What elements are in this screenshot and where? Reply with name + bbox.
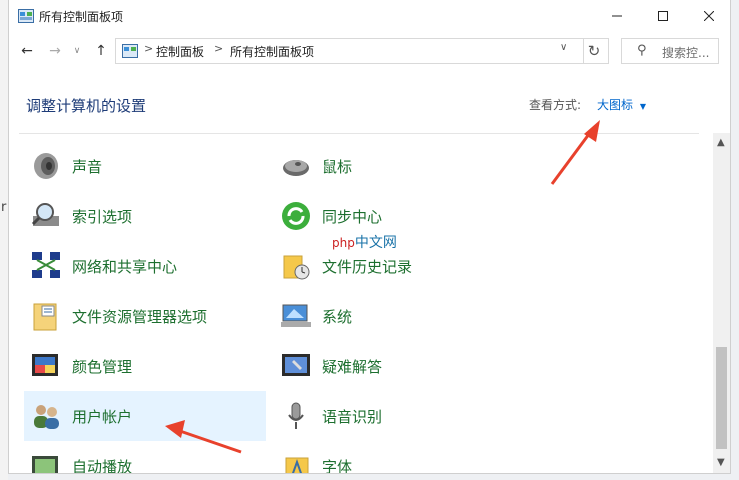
user-accounts-icon: [34, 405, 59, 429]
folder-options-icon: [33, 303, 57, 331]
speaker-icon: [34, 153, 58, 179]
search-icon: ⚲: [637, 43, 647, 58]
color-management-icon: [32, 354, 58, 376]
breadcrumb-all-items[interactable]: 所有控制面板项: [230, 43, 314, 60]
dropdown-triangle-icon: ▼: [639, 102, 646, 111]
item-label: 鼠标: [322, 158, 353, 176]
address-bar[interactable]: > 控制面板 > 所有控制面板项 ∨: [115, 38, 609, 64]
item-label: 疑难解答: [322, 358, 383, 376]
fonts-icon: [285, 457, 309, 473]
indexing-magnifier-icon: [31, 203, 59, 226]
network-icon: [32, 252, 60, 278]
item-sound[interactable]: 声音: [24, 141, 266, 191]
maximize-button[interactable]: [640, 0, 686, 32]
item-label: 字体: [322, 458, 353, 474]
watermark: php中文网: [332, 232, 397, 252]
microphone-icon: [288, 402, 304, 429]
background-window-edge: r: [0, 0, 8, 480]
item-label: 系统: [322, 308, 353, 326]
view-by-label: 查看方式:: [529, 98, 582, 112]
item-system[interactable]: 系统: [274, 291, 516, 341]
close-button[interactable]: [686, 0, 730, 32]
item-file-explorer-options[interactable]: 文件资源管理器选项: [24, 291, 266, 341]
mouse-icon: [283, 160, 309, 176]
autoplay-icon: [32, 456, 58, 473]
vertical-scrollbar[interactable]: ▲ ▼: [713, 133, 730, 473]
refresh-button[interactable]: ↻: [583, 38, 604, 64]
sync-icon: [282, 202, 310, 230]
search-box[interactable]: ⚲ 搜索控...: [621, 38, 719, 64]
annotation-arrow-icon: [165, 420, 242, 454]
maximize-icon: [658, 11, 668, 21]
file-history-icon: [283, 255, 310, 280]
item-color-management[interactable]: 颜色管理: [24, 341, 266, 391]
address-row: ← → ∨ ↑ > 控制面板 > 所有控制面板项 ∨ ↻ ⚲ 搜索控...: [9, 35, 730, 67]
item-troubleshooting[interactable]: 疑难解答: [274, 341, 516, 391]
address-dropdown-icon[interactable]: ∨: [560, 42, 567, 53]
refresh-icon: ↻: [587, 42, 601, 60]
view-by-dropdown[interactable]: 大图标 ▼: [597, 96, 646, 113]
page-title: 调整计算机的设置: [26, 97, 147, 115]
back-button[interactable]: ←: [17, 41, 37, 61]
item-label: 声音: [72, 158, 103, 176]
item-label: 颜色管理: [72, 358, 133, 376]
search-placeholder: 搜索控...: [662, 46, 710, 60]
chevron-down-icon: ∨: [73, 46, 81, 56]
scroll-up-icon[interactable]: ▲: [717, 137, 725, 148]
close-icon: [704, 11, 714, 21]
item-indexing-options[interactable]: 索引选项: [24, 191, 266, 241]
control-panel-icon: [18, 9, 34, 23]
control-panel-window: 所有控制面板项 ← → ∨ ↑ > 控制面板 > 所有控制面板项 ∨ ↻ ⚲ 搜…: [8, 0, 731, 474]
item-network-sharing-center[interactable]: 网络和共享中心: [24, 241, 266, 291]
annotation-arrow-icon: [550, 120, 600, 185]
up-button[interactable]: ↑: [91, 41, 111, 61]
window-title: 所有控制面板项: [39, 10, 124, 24]
breadcrumb-separator-icon: >: [144, 42, 154, 55]
item-label: 网络和共享中心: [72, 258, 178, 276]
minimize-icon: [612, 15, 622, 17]
item-label: 文件资源管理器选项: [72, 308, 208, 326]
item-label: 索引选项: [72, 208, 133, 226]
forward-arrow-icon: →: [49, 43, 61, 59]
troubleshooting-icon: [282, 354, 310, 376]
control-panel-icon: [122, 44, 138, 58]
watermark-brand: php: [332, 236, 355, 250]
breadcrumb-separator-icon: >: [214, 42, 224, 55]
item-label: 同步中心: [322, 208, 383, 226]
scroll-down-icon[interactable]: ▼: [717, 457, 725, 468]
item-label: 文件历史记录: [322, 258, 413, 276]
item-label: 自动播放: [72, 458, 133, 474]
watermark-text: 中文网: [354, 235, 397, 251]
item-label: 语音识别: [322, 408, 383, 426]
item-fonts[interactable]: 字体: [274, 441, 516, 474]
view-by-value: 大图标: [597, 98, 634, 112]
breadcrumb-control-panel[interactable]: 控制面板: [156, 43, 204, 60]
forward-button[interactable]: →: [45, 41, 65, 61]
recent-locations-button[interactable]: ∨: [67, 41, 87, 61]
back-arrow-icon: ←: [21, 43, 33, 59]
item-speech-recognition[interactable]: 语音识别: [274, 391, 516, 441]
scrollbar-thumb[interactable]: [716, 347, 727, 449]
title-bar[interactable]: 所有控制面板项: [9, 0, 730, 32]
item-mouse[interactable]: 鼠标: [274, 141, 516, 191]
item-label: 用户帐户: [72, 408, 133, 426]
system-icon: [281, 304, 311, 327]
up-arrow-icon: ↑: [95, 43, 107, 59]
minimize-button[interactable]: [594, 0, 640, 32]
